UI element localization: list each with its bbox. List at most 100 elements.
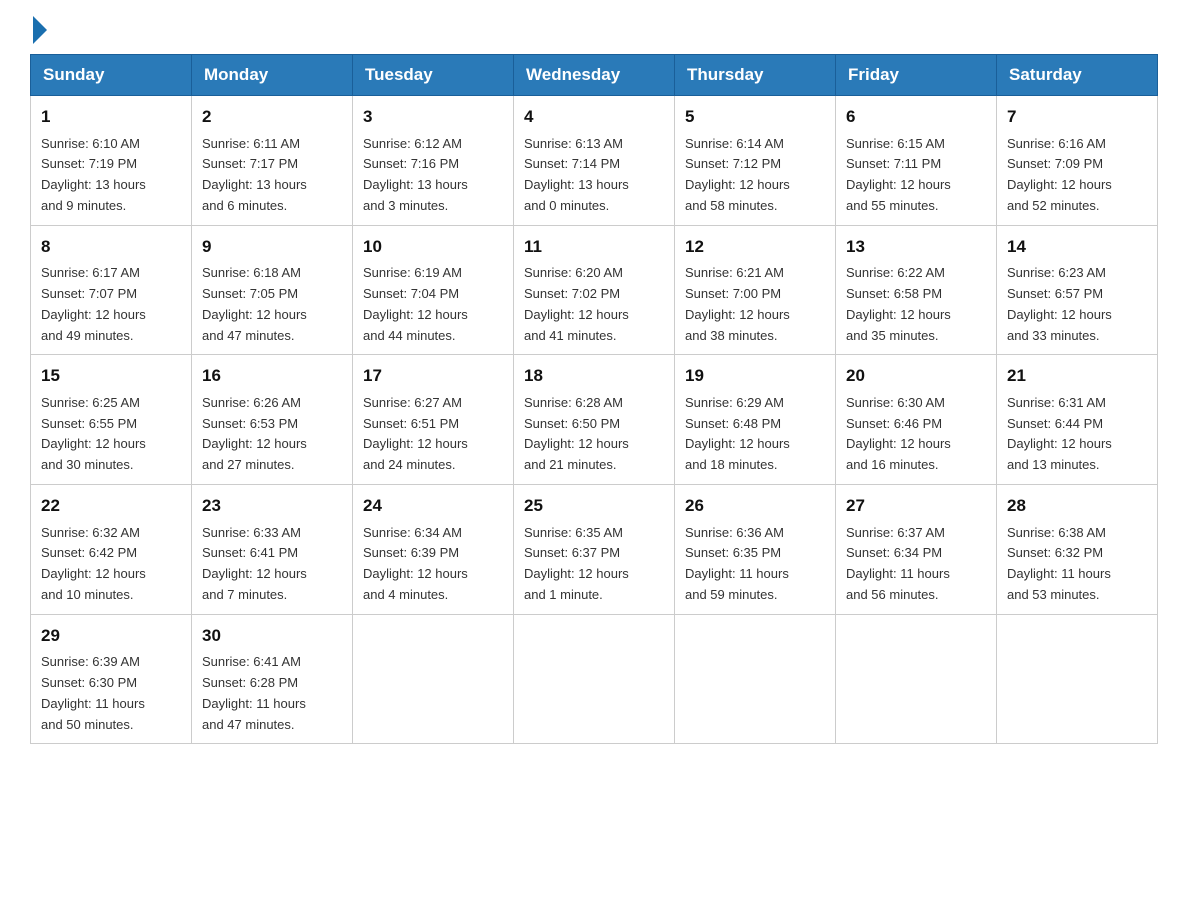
day-number: 30 bbox=[202, 623, 342, 649]
calendar-cell: 6 Sunrise: 6:15 AMSunset: 7:11 PMDayligh… bbox=[836, 96, 997, 226]
page-header bbox=[30, 20, 1158, 44]
calendar-cell: 5 Sunrise: 6:14 AMSunset: 7:12 PMDayligh… bbox=[675, 96, 836, 226]
day-number: 2 bbox=[202, 104, 342, 130]
calendar-cell: 21 Sunrise: 6:31 AMSunset: 6:44 PMDaylig… bbox=[997, 355, 1158, 485]
day-number: 6 bbox=[846, 104, 986, 130]
day-number: 15 bbox=[41, 363, 181, 389]
calendar-cell: 20 Sunrise: 6:30 AMSunset: 6:46 PMDaylig… bbox=[836, 355, 997, 485]
calendar-cell: 30 Sunrise: 6:41 AMSunset: 6:28 PMDaylig… bbox=[192, 614, 353, 744]
day-info: Sunrise: 6:34 AMSunset: 6:39 PMDaylight:… bbox=[363, 523, 503, 606]
day-number: 7 bbox=[1007, 104, 1147, 130]
day-number: 16 bbox=[202, 363, 342, 389]
day-info: Sunrise: 6:27 AMSunset: 6:51 PMDaylight:… bbox=[363, 393, 503, 476]
day-number: 26 bbox=[685, 493, 825, 519]
day-info: Sunrise: 6:28 AMSunset: 6:50 PMDaylight:… bbox=[524, 393, 664, 476]
day-number: 28 bbox=[1007, 493, 1147, 519]
calendar-cell bbox=[836, 614, 997, 744]
calendar-header-row: SundayMondayTuesdayWednesdayThursdayFrid… bbox=[31, 55, 1158, 96]
calendar-cell: 1 Sunrise: 6:10 AMSunset: 7:19 PMDayligh… bbox=[31, 96, 192, 226]
calendar-header-saturday: Saturday bbox=[997, 55, 1158, 96]
calendar-cell: 17 Sunrise: 6:27 AMSunset: 6:51 PMDaylig… bbox=[353, 355, 514, 485]
day-info: Sunrise: 6:18 AMSunset: 7:05 PMDaylight:… bbox=[202, 263, 342, 346]
day-number: 9 bbox=[202, 234, 342, 260]
calendar-week-row: 29 Sunrise: 6:39 AMSunset: 6:30 PMDaylig… bbox=[31, 614, 1158, 744]
day-number: 14 bbox=[1007, 234, 1147, 260]
day-number: 22 bbox=[41, 493, 181, 519]
calendar-cell: 27 Sunrise: 6:37 AMSunset: 6:34 PMDaylig… bbox=[836, 485, 997, 615]
calendar-cell: 14 Sunrise: 6:23 AMSunset: 6:57 PMDaylig… bbox=[997, 225, 1158, 355]
day-number: 3 bbox=[363, 104, 503, 130]
day-info: Sunrise: 6:10 AMSunset: 7:19 PMDaylight:… bbox=[41, 134, 181, 217]
calendar-cell: 25 Sunrise: 6:35 AMSunset: 6:37 PMDaylig… bbox=[514, 485, 675, 615]
day-info: Sunrise: 6:17 AMSunset: 7:07 PMDaylight:… bbox=[41, 263, 181, 346]
calendar-cell: 4 Sunrise: 6:13 AMSunset: 7:14 PMDayligh… bbox=[514, 96, 675, 226]
day-number: 19 bbox=[685, 363, 825, 389]
day-info: Sunrise: 6:19 AMSunset: 7:04 PMDaylight:… bbox=[363, 263, 503, 346]
day-info: Sunrise: 6:29 AMSunset: 6:48 PMDaylight:… bbox=[685, 393, 825, 476]
logo-arrow-icon bbox=[33, 16, 47, 44]
calendar-cell: 24 Sunrise: 6:34 AMSunset: 6:39 PMDaylig… bbox=[353, 485, 514, 615]
day-number: 11 bbox=[524, 234, 664, 260]
day-info: Sunrise: 6:25 AMSunset: 6:55 PMDaylight:… bbox=[41, 393, 181, 476]
calendar-table: SundayMondayTuesdayWednesdayThursdayFrid… bbox=[30, 54, 1158, 744]
calendar-header-sunday: Sunday bbox=[31, 55, 192, 96]
day-info: Sunrise: 6:20 AMSunset: 7:02 PMDaylight:… bbox=[524, 263, 664, 346]
day-info: Sunrise: 6:26 AMSunset: 6:53 PMDaylight:… bbox=[202, 393, 342, 476]
calendar-header-friday: Friday bbox=[836, 55, 997, 96]
calendar-cell bbox=[353, 614, 514, 744]
calendar-week-row: 1 Sunrise: 6:10 AMSunset: 7:19 PMDayligh… bbox=[31, 96, 1158, 226]
day-number: 25 bbox=[524, 493, 664, 519]
day-number: 5 bbox=[685, 104, 825, 130]
day-info: Sunrise: 6:21 AMSunset: 7:00 PMDaylight:… bbox=[685, 263, 825, 346]
calendar-cell: 23 Sunrise: 6:33 AMSunset: 6:41 PMDaylig… bbox=[192, 485, 353, 615]
calendar-cell: 22 Sunrise: 6:32 AMSunset: 6:42 PMDaylig… bbox=[31, 485, 192, 615]
day-number: 20 bbox=[846, 363, 986, 389]
calendar-cell bbox=[514, 614, 675, 744]
calendar-header-tuesday: Tuesday bbox=[353, 55, 514, 96]
day-number: 4 bbox=[524, 104, 664, 130]
calendar-cell: 9 Sunrise: 6:18 AMSunset: 7:05 PMDayligh… bbox=[192, 225, 353, 355]
calendar-week-row: 22 Sunrise: 6:32 AMSunset: 6:42 PMDaylig… bbox=[31, 485, 1158, 615]
calendar-cell: 11 Sunrise: 6:20 AMSunset: 7:02 PMDaylig… bbox=[514, 225, 675, 355]
day-number: 8 bbox=[41, 234, 181, 260]
day-info: Sunrise: 6:16 AMSunset: 7:09 PMDaylight:… bbox=[1007, 134, 1147, 217]
day-number: 10 bbox=[363, 234, 503, 260]
calendar-cell bbox=[675, 614, 836, 744]
day-info: Sunrise: 6:32 AMSunset: 6:42 PMDaylight:… bbox=[41, 523, 181, 606]
day-info: Sunrise: 6:33 AMSunset: 6:41 PMDaylight:… bbox=[202, 523, 342, 606]
calendar-cell: 16 Sunrise: 6:26 AMSunset: 6:53 PMDaylig… bbox=[192, 355, 353, 485]
calendar-cell bbox=[997, 614, 1158, 744]
day-info: Sunrise: 6:39 AMSunset: 6:30 PMDaylight:… bbox=[41, 652, 181, 735]
day-number: 18 bbox=[524, 363, 664, 389]
day-info: Sunrise: 6:12 AMSunset: 7:16 PMDaylight:… bbox=[363, 134, 503, 217]
calendar-cell: 10 Sunrise: 6:19 AMSunset: 7:04 PMDaylig… bbox=[353, 225, 514, 355]
day-info: Sunrise: 6:11 AMSunset: 7:17 PMDaylight:… bbox=[202, 134, 342, 217]
day-number: 24 bbox=[363, 493, 503, 519]
day-number: 23 bbox=[202, 493, 342, 519]
calendar-cell: 26 Sunrise: 6:36 AMSunset: 6:35 PMDaylig… bbox=[675, 485, 836, 615]
day-info: Sunrise: 6:22 AMSunset: 6:58 PMDaylight:… bbox=[846, 263, 986, 346]
calendar-cell: 7 Sunrise: 6:16 AMSunset: 7:09 PMDayligh… bbox=[997, 96, 1158, 226]
day-number: 13 bbox=[846, 234, 986, 260]
day-info: Sunrise: 6:38 AMSunset: 6:32 PMDaylight:… bbox=[1007, 523, 1147, 606]
day-info: Sunrise: 6:37 AMSunset: 6:34 PMDaylight:… bbox=[846, 523, 986, 606]
calendar-cell: 28 Sunrise: 6:38 AMSunset: 6:32 PMDaylig… bbox=[997, 485, 1158, 615]
calendar-header-monday: Monday bbox=[192, 55, 353, 96]
calendar-cell: 29 Sunrise: 6:39 AMSunset: 6:30 PMDaylig… bbox=[31, 614, 192, 744]
calendar-week-row: 15 Sunrise: 6:25 AMSunset: 6:55 PMDaylig… bbox=[31, 355, 1158, 485]
day-info: Sunrise: 6:14 AMSunset: 7:12 PMDaylight:… bbox=[685, 134, 825, 217]
calendar-cell: 13 Sunrise: 6:22 AMSunset: 6:58 PMDaylig… bbox=[836, 225, 997, 355]
day-info: Sunrise: 6:15 AMSunset: 7:11 PMDaylight:… bbox=[846, 134, 986, 217]
day-info: Sunrise: 6:41 AMSunset: 6:28 PMDaylight:… bbox=[202, 652, 342, 735]
day-number: 29 bbox=[41, 623, 181, 649]
calendar-cell: 3 Sunrise: 6:12 AMSunset: 7:16 PMDayligh… bbox=[353, 96, 514, 226]
day-info: Sunrise: 6:23 AMSunset: 6:57 PMDaylight:… bbox=[1007, 263, 1147, 346]
calendar-cell: 15 Sunrise: 6:25 AMSunset: 6:55 PMDaylig… bbox=[31, 355, 192, 485]
day-info: Sunrise: 6:35 AMSunset: 6:37 PMDaylight:… bbox=[524, 523, 664, 606]
day-number: 12 bbox=[685, 234, 825, 260]
calendar-week-row: 8 Sunrise: 6:17 AMSunset: 7:07 PMDayligh… bbox=[31, 225, 1158, 355]
logo bbox=[30, 20, 47, 44]
day-number: 1 bbox=[41, 104, 181, 130]
day-info: Sunrise: 6:36 AMSunset: 6:35 PMDaylight:… bbox=[685, 523, 825, 606]
calendar-cell: 2 Sunrise: 6:11 AMSunset: 7:17 PMDayligh… bbox=[192, 96, 353, 226]
